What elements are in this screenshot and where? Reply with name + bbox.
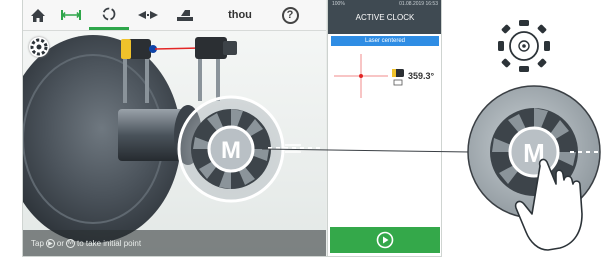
hint-bar: Tap ▶ or M to take initial point: [23, 230, 326, 256]
measure-button[interactable]: [89, 0, 129, 30]
battery-status: 100%: [332, 1, 345, 7]
units-button[interactable]: thou: [215, 0, 265, 30]
clock-positions-icon: [30, 38, 48, 56]
hint-middle: or: [56, 238, 65, 248]
laser-beam: [154, 47, 202, 50]
callout-hub-label: M: [523, 138, 545, 168]
side-panel: 100% 01.08.2019 16:53 ACTIVE CLOCK Laser…: [327, 0, 441, 256]
play-icon: ▶: [45, 238, 55, 248]
machine-viewport[interactable]: M Tap ▶ or M to take initial point: [23, 31, 326, 256]
app-screen: thou ? M Tap ▶ or M to take initial poin…: [23, 0, 441, 256]
sensor-angle-icon: [392, 69, 404, 86]
laser-status-bar: Laser centered: [331, 36, 439, 46]
panel-title: ACTIVE CLOCK: [355, 13, 415, 22]
status-row: 100% 01.08.2019 16:53: [332, 1, 438, 9]
help-icon: ?: [281, 6, 299, 24]
toolbar: thou ?: [23, 0, 326, 31]
move-button[interactable]: [167, 0, 203, 30]
hint-prefix: Tap: [31, 238, 44, 248]
dimensions-icon: [61, 10, 81, 20]
measurement-positions-icon: [498, 20, 550, 72]
results-icon: [138, 11, 158, 19]
dimensions-button[interactable]: [53, 0, 89, 30]
hub-label: M: [221, 137, 241, 164]
m-button-icon: M: [66, 238, 76, 248]
measure-icon: [102, 7, 116, 20]
home-button[interactable]: [23, 0, 53, 30]
panel-header: 100% 01.08.2019 16:53 ACTIVE CLOCK: [328, 0, 441, 34]
hint-suffix: to take initial point: [77, 238, 142, 248]
play-icon: [376, 231, 394, 249]
view-toggle-button[interactable]: [29, 37, 49, 57]
zoom-lens: [467, 85, 601, 219]
results-button[interactable]: [129, 0, 167, 30]
play-button[interactable]: [330, 227, 440, 253]
home-icon: [31, 8, 45, 22]
date-time: 01.08.2019 16:53: [399, 1, 438, 7]
hand-pointer-icon: [514, 158, 583, 251]
angle-indicator: 359.3°: [328, 50, 441, 102]
move-icon: [177, 9, 193, 21]
target-dot: [359, 74, 363, 78]
reflector-unit: [195, 37, 227, 59]
angle-value: 359.3°: [408, 71, 435, 81]
help-button[interactable]: ?: [265, 0, 315, 30]
units-label: thou: [228, 9, 252, 21]
